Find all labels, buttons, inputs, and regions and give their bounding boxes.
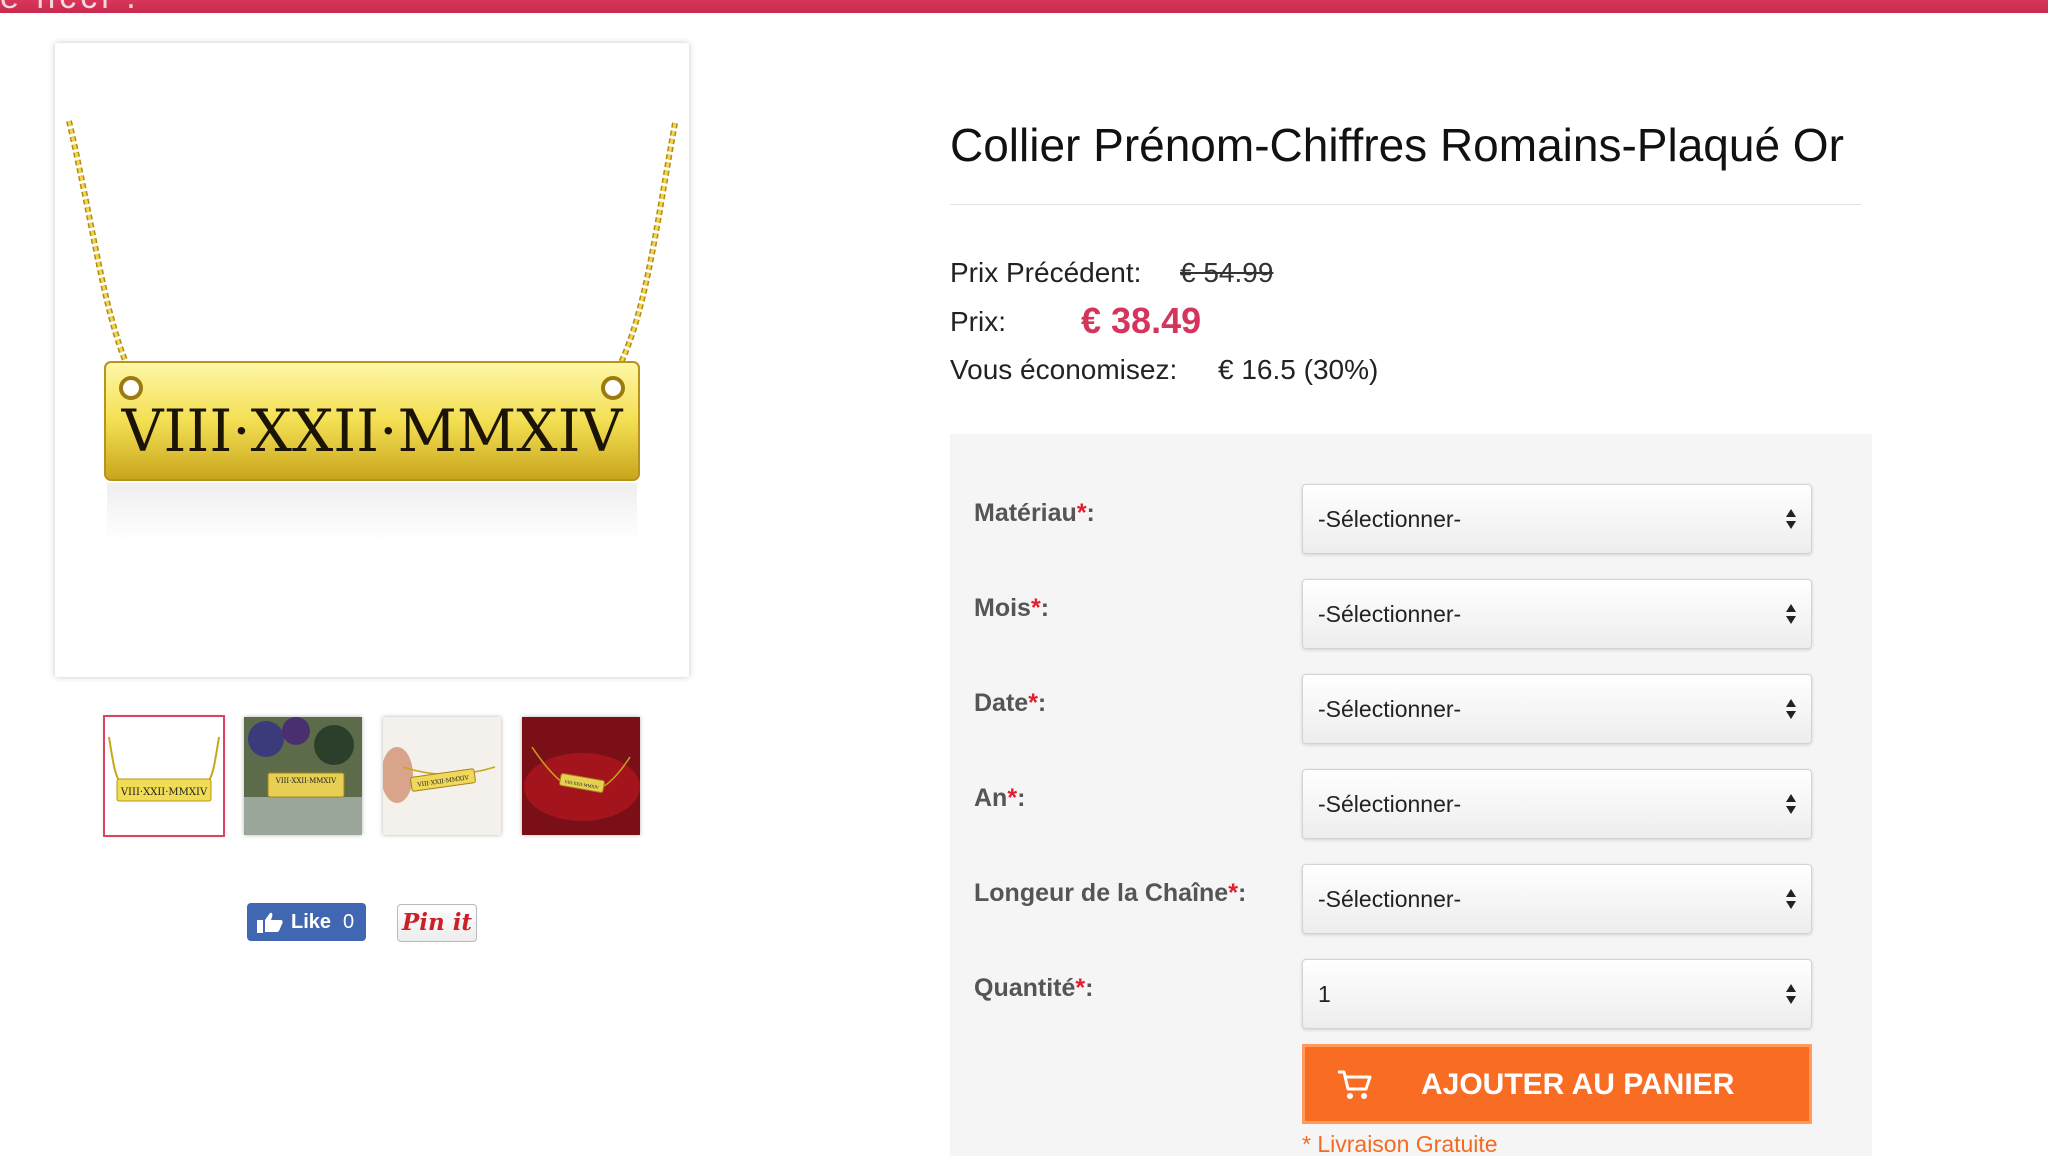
thumbs-up-icon [257, 912, 283, 933]
like-label: Like [291, 911, 332, 933]
thumbnail-image: VIII·XXII·MMXIV [383, 717, 501, 835]
necklace-engraving: VIII·XXII·MMXIV [121, 397, 624, 465]
required-marker: * [1028, 689, 1038, 717]
pin-it-button[interactable]: Pin it [397, 904, 477, 942]
select-arrows-icon [1786, 509, 1796, 529]
required-marker: * [1228, 879, 1238, 907]
required-marker: * [1007, 784, 1018, 812]
thumbnail-2[interactable]: VIII·XXII·MMXIV [244, 717, 362, 835]
like-count: 0 [343, 911, 355, 933]
select-arrows-icon [1786, 794, 1796, 814]
thumbnail-1[interactable]: VIII·XXII·MMXIV [103, 715, 225, 837]
title-divider [950, 204, 1861, 205]
select-arrows-icon [1786, 889, 1796, 909]
necklace-image: VIII·XXII·MMXIV [66, 120, 678, 543]
select-arrows-icon [1786, 604, 1796, 624]
thumbnail-image: VIII·XXII·MMXIV [522, 717, 640, 835]
old-price-value: € 54.99 [1180, 257, 1274, 288]
thumbnail-image: VIII·XXII·MMXIV [244, 717, 362, 835]
option-label-material: Matériau*: [974, 499, 1095, 527]
saving-label: Vous économisez: [950, 354, 1178, 385]
chain-length-select[interactable]: -Sélectionner- [1302, 864, 1812, 934]
cart-icon [1338, 1070, 1372, 1099]
select-value: -Sélectionner- [1318, 886, 1462, 912]
free-shipping-note: * Livraison Gratuite [1302, 1131, 1498, 1157]
required-marker: * [1075, 974, 1086, 1002]
option-label-date: Date*: [974, 689, 1047, 717]
required-marker: * [1030, 594, 1041, 622]
product-options-panel: Matériau*: -Sélectionner- Mois*: -Sélect… [950, 434, 1872, 1157]
product-title: Collier Prénom-Chiffres Romains-Plaqué O… [950, 119, 1844, 171]
year-select[interactable]: -Sélectionner- [1302, 769, 1812, 839]
product-main-image[interactable]: VIII·XXII·MMXIV [55, 43, 689, 677]
old-price-label: Prix Précédent: [950, 257, 1142, 288]
select-value: 1 [1318, 981, 1331, 1007]
current-price: € 38.49 [1081, 300, 1202, 341]
select-arrows-icon [1786, 984, 1796, 1004]
pin-it-label: Pin it [401, 909, 473, 936]
date-select[interactable]: -Sélectionner- [1302, 674, 1812, 744]
select-value: -Sélectionner- [1318, 601, 1462, 627]
option-label-year: An*: [974, 784, 1026, 812]
required-marker: * [1076, 499, 1087, 527]
facebook-like-button[interactable]: Like 0 [247, 903, 366, 941]
select-arrows-icon [1786, 699, 1796, 719]
option-label-quantity: Quantité*: [974, 974, 1094, 1002]
thumbnail-image: VIII·XXII·MMXIV [105, 717, 223, 835]
option-label-month: Mois*: [974, 594, 1050, 622]
header-banner-text: e nccl . [0, 0, 140, 13]
month-select[interactable]: -Sélectionner- [1302, 579, 1812, 649]
option-label-chain-length: Longeur de la Chaîne*: [974, 879, 1247, 907]
thumbnail-label: VIII·XXII·MMXIV [120, 787, 208, 798]
add-to-cart-button[interactable]: AJOUTER AU PANIER [1302, 1044, 1812, 1124]
thumbnail-3[interactable]: VIII·XXII·MMXIV [383, 717, 501, 835]
thumbnail-4[interactable]: VIII·XXII·MMXIV [522, 717, 640, 835]
material-select[interactable]: -Sélectionner- [1302, 484, 1812, 554]
select-value: -Sélectionner- [1318, 791, 1462, 817]
site-header-bar: e nccl . [0, 0, 2048, 13]
quantity-select[interactable]: 1 [1302, 959, 1812, 1029]
saving-value: € 16.5 (30%) [1218, 354, 1379, 385]
price-label: Prix: [950, 306, 1006, 337]
select-value: -Sélectionner- [1318, 506, 1462, 532]
thumbnail-label: VIII·XXII·MMXIV [275, 777, 337, 785]
add-to-cart-label: AJOUTER AU PANIER [1421, 1068, 1735, 1101]
select-value: -Sélectionner- [1318, 696, 1462, 722]
